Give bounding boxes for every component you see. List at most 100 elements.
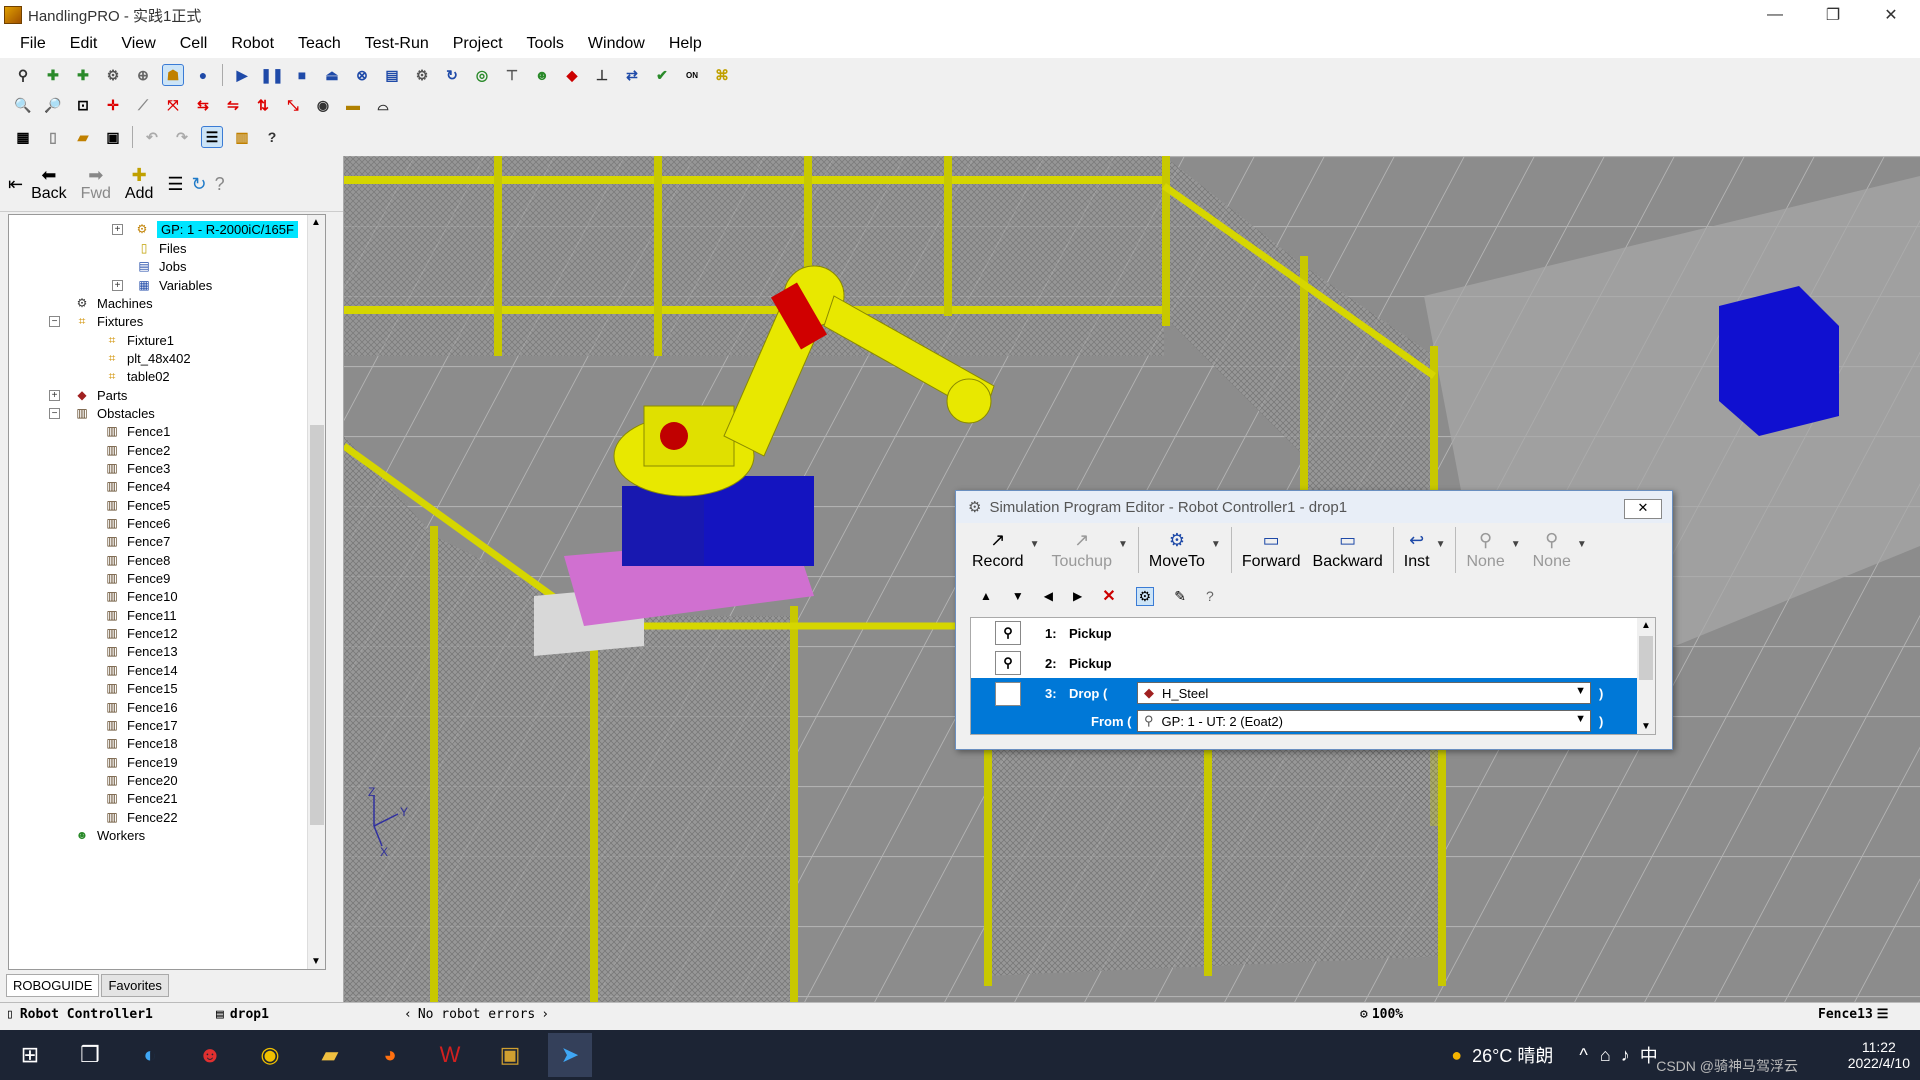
moveto-button[interactable]: ⚙ MoveTo <box>1149 527 1205 571</box>
touchup-dropdown-icon[interactable]: ▼ <box>1118 539 1128 550</box>
tab-favorites[interactable]: Favorites <box>101 974 169 997</box>
dialog-close-button[interactable]: ✕ <box>1624 499 1662 519</box>
magnify-icon[interactable]: ⚲ <box>995 682 1021 706</box>
move-icon[interactable]: ✛ <box>102 94 124 116</box>
record-dropdown-icon[interactable]: ▼ <box>1030 539 1040 550</box>
tree-icon[interactable]: ☰ <box>167 174 183 194</box>
navigate-icon[interactable]: ⇤ <box>8 174 23 194</box>
online-icon[interactable]: ON <box>681 64 703 86</box>
close-button[interactable]: ✕ <box>1862 0 1920 30</box>
grid-icon[interactable]: ▦ <box>12 126 34 148</box>
teach-icon[interactable]: ⚙ <box>102 64 124 86</box>
bar-chart-icon[interactable]: ▥ <box>231 126 253 148</box>
user-icon[interactable]: ☻ <box>531 64 553 86</box>
none-button-1[interactable]: ⚲ None <box>1466 527 1504 571</box>
part-select[interactable]: ◆ H_Steel ▼ <box>1137 682 1591 704</box>
menu-teach[interactable]: Teach <box>288 35 351 53</box>
scroll-down-icon[interactable]: ▼ <box>311 956 321 967</box>
menu-robot[interactable]: Robot <box>221 35 284 53</box>
tree-item-workers[interactable]: ☻ Workers <box>73 824 145 846</box>
magnify-icon[interactable]: ⚲ <box>995 621 1021 645</box>
inst-button[interactable]: ↩ Inst <box>1404 527 1430 571</box>
program-line[interactable]: ⚲ 1: Pickup <box>971 618 1639 648</box>
menu-tools[interactable]: Tools <box>517 35 574 53</box>
io-icon[interactable]: ⇄ <box>621 64 643 86</box>
stop-icon[interactable]: ■ <box>291 64 313 86</box>
chart-icon[interactable]: ⊥ <box>591 64 613 86</box>
target-icon[interactable]: ⊕ <box>132 64 154 86</box>
jog-x-icon[interactable]: ⇆ <box>192 94 214 116</box>
menu-file[interactable]: File <box>10 35 56 53</box>
refresh-icon[interactable]: ↻ <box>441 64 463 86</box>
moveto-dropdown-icon[interactable]: ▼ <box>1211 539 1221 550</box>
expand-variables-toggle[interactable]: + <box>112 280 123 291</box>
redo-icon[interactable]: ↷ <box>171 126 193 148</box>
scroll-thumb[interactable] <box>1639 636 1653 680</box>
chrome-icon[interactable]: ◉ <box>248 1033 292 1077</box>
fwd-button[interactable]: ➡ Fwd <box>81 165 111 203</box>
record-icon[interactable]: ● <box>192 64 214 86</box>
task-view-icon[interactable]: ❒ <box>68 1033 112 1077</box>
play-icon[interactable]: ▶ <box>231 64 253 86</box>
expand-parts-toggle[interactable]: + <box>49 390 60 401</box>
program-icon[interactable]: ⚙ <box>411 64 433 86</box>
scroll-down-icon[interactable]: ▼ <box>1641 721 1651 732</box>
jog-z-icon[interactable]: ⇅ <box>252 94 274 116</box>
none-dropdown-icon[interactable]: ▼ <box>1511 539 1521 550</box>
network-icon[interactable]: ⌂ <box>1600 1045 1611 1066</box>
add-button[interactable]: ✚ Add <box>125 165 153 203</box>
undo-icon[interactable]: ↶ <box>141 126 163 148</box>
prev-icon[interactable]: ◀ <box>1044 589 1053 603</box>
edit-icon[interactable]: ✎ <box>1174 588 1186 605</box>
forward-button[interactable]: ▭ Forward <box>1242 527 1301 571</box>
open-icon[interactable]: ▰ <box>72 126 94 148</box>
pause-icon[interactable]: ❚❚ <box>260 64 283 86</box>
delete-icon[interactable]: ✕ <box>1102 586 1115 606</box>
mouse-icon[interactable]: ⌓ <box>372 94 394 116</box>
minimize-button[interactable]: — <box>1746 0 1804 30</box>
menu-test-run[interactable]: Test-Run <box>355 35 439 53</box>
add-part-icon[interactable]: ✚ <box>72 64 94 86</box>
measure-icon[interactable]: ▬ <box>342 94 364 116</box>
robot-icon[interactable]: ⚲ <box>12 64 34 86</box>
save-icon[interactable]: ▣ <box>102 126 124 148</box>
move-up-icon[interactable]: ▲ <box>980 589 992 603</box>
backward-button[interactable]: ▭ Backward <box>1313 527 1383 571</box>
tray-chevron-icon[interactable]: ^ <box>1579 1045 1587 1066</box>
wps-icon[interactable]: W <box>428 1033 472 1077</box>
ime-indicator[interactable]: 中 <box>1640 1042 1658 1068</box>
tree-scrollbar[interactable]: ▲ ▼ <box>307 215 325 969</box>
tree-help-icon[interactable]: ? <box>215 174 225 194</box>
qq-icon[interactable]: ☻ <box>188 1033 232 1077</box>
menu-project[interactable]: Project <box>443 35 513 53</box>
jog-y-icon[interactable]: ⇋ <box>222 94 244 116</box>
maximize-button[interactable]: ❐ <box>1804 0 1862 30</box>
scroll-thumb[interactable] <box>310 425 324 825</box>
roboguide-taskbar-icon[interactable]: ▣ <box>488 1033 532 1077</box>
reset-icon[interactable]: ⊗ <box>351 64 373 86</box>
zoom-out-icon[interactable]: 🔎 <box>42 94 64 116</box>
new-icon[interactable]: ▯ <box>42 126 64 148</box>
tab-roboguide[interactable]: ROBOGUIDE <box>6 974 100 997</box>
menu-edit[interactable]: Edit <box>60 35 108 53</box>
handling-icon[interactable]: ☗ <box>162 64 184 86</box>
listing-scrollbar[interactable]: ▲ ▼ <box>1637 618 1655 734</box>
menu-help[interactable]: Help <box>659 35 712 53</box>
magnify-icon[interactable]: ⚲ <box>995 651 1021 675</box>
from-tool-select[interactable]: ⚲ GP: 1 - UT: 2 (Eoat2) ▼ <box>1137 710 1591 732</box>
none-button-2[interactable]: ⚲ None <box>1533 527 1571 571</box>
zoom-in-icon[interactable]: 🔍 <box>12 94 34 116</box>
zoom-window-icon[interactable]: ⊡ <box>72 94 94 116</box>
move-down-icon[interactable]: ▼ <box>1012 589 1024 603</box>
menu-view[interactable]: View <box>111 35 165 53</box>
check-icon[interactable]: ✔ <box>651 64 673 86</box>
menu-cell[interactable]: Cell <box>170 35 218 53</box>
touchup-button[interactable]: ↗ Touchup <box>1051 527 1112 571</box>
collapse-obstacles-toggle[interactable]: − <box>49 408 60 419</box>
expand-gp-toggle[interactable]: + <box>112 224 123 235</box>
none-dropdown-icon[interactable]: ▼ <box>1577 539 1587 550</box>
clock[interactable]: 11:22 2022/4/10 <box>1848 1039 1910 1071</box>
app-taskbar-icon[interactable]: ➤ <box>548 1033 592 1077</box>
eject-icon[interactable]: ⏏ <box>321 64 343 86</box>
program-line[interactable]: ⚲ 2: Pickup <box>971 648 1639 678</box>
